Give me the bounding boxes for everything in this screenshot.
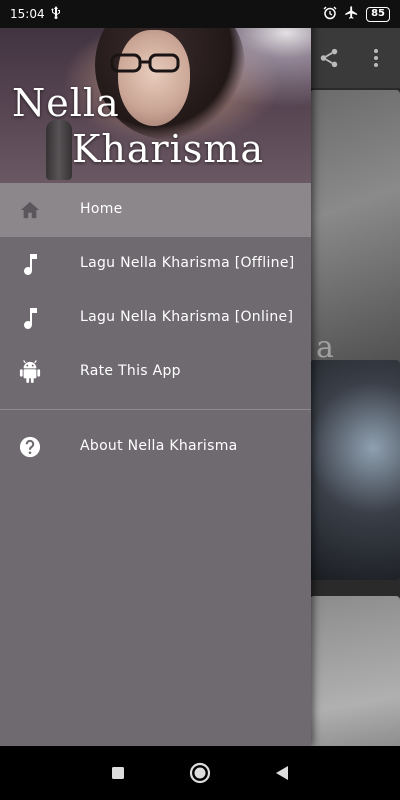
status-time: 15:04 — [10, 7, 45, 21]
battery-indicator: 85 — [366, 6, 390, 22]
alarm-icon — [323, 6, 337, 23]
glasses-graphic — [110, 53, 180, 73]
help-circle-icon — [18, 435, 42, 459]
drawer-item-label: Lagu Nella Kharisma [Online] — [80, 309, 294, 325]
content-card-image[interactable] — [310, 360, 400, 580]
drawer-item-about[interactable]: About Nella Kharisma — [0, 420, 311, 474]
system-navigation-bar — [0, 746, 400, 800]
drawer-item-label: Lagu Nella Kharisma [Offline] — [80, 255, 295, 271]
drawer-menu: Home Lagu Nella Kharisma [Offline] Lagu … — [0, 183, 311, 474]
content-card-image[interactable]: a — [310, 90, 400, 382]
navigation-drawer: Nella Kharisma Home Lagu Nella Kharisma … — [0, 0, 311, 746]
airplane-mode-icon — [344, 5, 359, 23]
drawer-item-offline-songs[interactable]: Lagu Nella Kharisma [Offline] — [0, 237, 311, 291]
drawer-item-rate-app[interactable]: Rate This App — [0, 345, 311, 399]
android-icon — [18, 360, 42, 384]
music-note-icon — [18, 252, 42, 276]
home-circle-icon[interactable] — [188, 761, 212, 785]
music-note-icon — [18, 306, 42, 330]
drawer-item-home[interactable]: Home — [0, 183, 311, 237]
more-vert-icon[interactable] — [360, 42, 392, 74]
menu-divider — [0, 409, 311, 410]
header-title-line2: Kharisma — [72, 127, 265, 171]
recents-square-icon[interactable] — [106, 761, 130, 785]
status-bar: 15:04 85 — [0, 0, 400, 28]
home-icon — [18, 198, 42, 222]
drawer-item-label: Rate This App — [80, 363, 181, 379]
drawer-item-label: Home — [80, 201, 123, 217]
usb-icon — [51, 6, 61, 22]
header-title-line1: Nella — [12, 81, 120, 125]
drawer-item-online-songs[interactable]: Lagu Nella Kharisma [Online] — [0, 291, 311, 345]
drawer-item-label: About Nella Kharisma — [80, 438, 238, 454]
back-triangle-icon[interactable] — [270, 761, 294, 785]
drawer-header-title: Nella Kharisma — [12, 80, 264, 172]
share-icon[interactable] — [313, 42, 345, 74]
